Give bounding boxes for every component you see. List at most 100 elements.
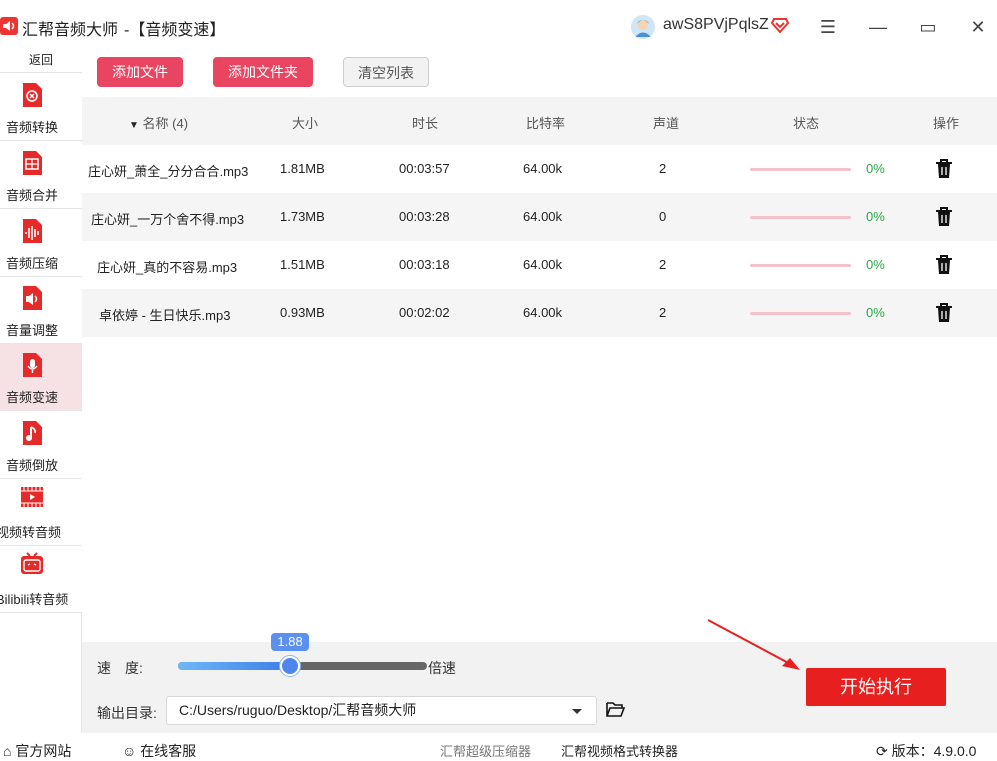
- sidebar-item-label: 音频压缩: [6, 256, 59, 271]
- file-size: 1.51MB: [280, 257, 325, 272]
- progress-bar: [750, 312, 851, 315]
- sidebar-item-label: 音频转换: [6, 120, 59, 135]
- avatar[interactable]: [631, 15, 655, 39]
- settings-panel: 速 度: 1.88 倍速 输出目录: C:/Users/ruguo/Deskto…: [82, 619, 997, 733]
- file-bitrate: 64.00k: [523, 257, 563, 272]
- column-header-bitrate[interactable]: 比特率: [526, 113, 565, 132]
- sidebar-item-label: 音量调整: [6, 323, 59, 338]
- version-label: 版本：4.9.0.0: [891, 743, 977, 759]
- table-row[interactable]: 庄心妍_萧全_分分合合.mp3 1.81MB 00:03:57 64.00k 2…: [82, 145, 997, 193]
- audio-compress-icon: [23, 219, 42, 243]
- sidebar-item-audio-reverse[interactable]: 音频倒放: [0, 412, 82, 479]
- output-dir-label: 输出目录:: [97, 705, 157, 721]
- close-button[interactable]: ✕: [965, 14, 991, 40]
- sidebar-item-audio-convert[interactable]: 音频转换: [0, 74, 82, 141]
- menu-icon[interactable]: ☰: [815, 14, 841, 40]
- file-size: 1.81MB: [280, 161, 325, 176]
- toolbar: 添加文件 添加文件夹 清空列表: [82, 47, 997, 97]
- table-row[interactable]: 庄心妍_一万个舍不得.mp3 1.73MB 00:03:28 64.00k 0 …: [82, 193, 997, 241]
- file-name: 卓依婷 - 生日快乐.mp3: [99, 308, 231, 323]
- sidebar-item-audio-speed[interactable]: 音频变速: [0, 344, 82, 411]
- column-header-duration[interactable]: 时长: [412, 113, 438, 132]
- progress-percent: 0%: [866, 161, 885, 176]
- table-row[interactable]: 庄心妍_真的不容易.mp3 1.51MB 00:03:18 64.00k 2 0…: [82, 241, 997, 289]
- file-name: 庄心妍_真的不容易.mp3: [97, 260, 238, 275]
- sort-name-header[interactable]: ▼ 名称 (4): [129, 113, 188, 132]
- pointer-arrow-icon: [707, 619, 800, 670]
- speed-label: 速 度:: [97, 660, 143, 676]
- chevron-down-icon: [572, 709, 582, 714]
- file-channels: 2: [659, 305, 667, 320]
- file-channels: 2: [659, 161, 667, 176]
- support-link[interactable]: ☺ 在线客服: [122, 741, 196, 761]
- start-button[interactable]: 开始执行: [806, 668, 946, 706]
- trash-icon[interactable]: [935, 255, 953, 275]
- status-bar: ⌂ 官方网站 ☺ 在线客服 汇帮超级压缩器 汇帮视频格式转换器 ⟳ 版本：4.9…: [0, 733, 997, 759]
- column-header-name: 名称 (4): [142, 116, 189, 131]
- file-bitrate: 64.00k: [523, 209, 563, 224]
- file-bitrate: 64.00k: [523, 305, 563, 320]
- file-size: 0.93MB: [280, 305, 325, 320]
- clear-list-button[interactable]: 清空列表: [343, 57, 429, 87]
- support-agent-icon: ☺: [122, 743, 137, 759]
- music-note-icon: [23, 421, 42, 445]
- support-label: 在线客服: [140, 743, 197, 759]
- video-icon: [21, 487, 43, 507]
- compressor-link[interactable]: 汇帮超级压缩器: [440, 741, 531, 760]
- maximize-button[interactable]: ▭: [915, 14, 941, 40]
- progress-percent: 0%: [866, 257, 885, 272]
- speed-slider[interactable]: [178, 662, 427, 670]
- column-header-size[interactable]: 大小: [292, 113, 318, 132]
- sidebar-item-label: Bilibili转音频: [0, 592, 69, 607]
- refresh-icon: ⟳: [876, 743, 888, 759]
- trash-icon[interactable]: [935, 207, 953, 227]
- file-duration: 00:02:02: [399, 305, 450, 320]
- file-channels: 0: [659, 209, 667, 224]
- progress-percent: 0%: [866, 209, 885, 224]
- sidebar-item-label: 音频合并: [6, 188, 59, 203]
- file-duration: 00:03:28: [399, 209, 450, 224]
- tv-icon: [21, 552, 43, 574]
- add-file-button[interactable]: 添加文件: [97, 57, 183, 87]
- speed-unit: 倍速: [428, 660, 456, 676]
- sidebar-item-video-to-audio[interactable]: 视频转音频: [0, 479, 82, 546]
- column-header-channels[interactable]: 声道: [653, 113, 679, 132]
- file-duration: 00:03:57: [399, 161, 450, 176]
- sidebar-item-label: 音频变速: [6, 390, 59, 405]
- output-dir-select[interactable]: C:/Users/ruguo/Desktop/汇帮音频大师: [166, 696, 597, 725]
- sidebar-item-volume[interactable]: 音量调整: [0, 277, 82, 344]
- column-header-status: 状态: [793, 116, 820, 131]
- sidebar-item-bilibili[interactable]: Bilibili转音频: [0, 546, 82, 613]
- app-logo-icon: [0, 17, 18, 35]
- table-row[interactable]: 卓依婷 - 生日快乐.mp3 0.93MB 00:02:02 64.00k 2 …: [82, 289, 997, 337]
- page-subtitle: -【音频变速】: [124, 22, 226, 39]
- audio-merge-icon: [23, 151, 42, 175]
- folder-open-icon[interactable]: [606, 701, 625, 717]
- output-dir-path: C:/Users/ruguo/Desktop/汇帮音频大师: [179, 702, 417, 718]
- file-bitrate: 64.00k: [523, 161, 563, 176]
- back-button[interactable]: 返回: [0, 47, 82, 73]
- column-header-action: 操作: [933, 116, 960, 131]
- file-channels: 2: [659, 257, 667, 272]
- trash-icon[interactable]: [935, 303, 953, 323]
- sidebar-item-audio-merge[interactable]: 音频合并: [0, 142, 82, 209]
- title-bar: 汇帮音频大师 -【音频变速】 awS8PVjPqlsZ ☰ — ▭ ✕: [0, 0, 997, 54]
- sidebar: 返回 音频转换 音频合并 音频压缩 音量调整 音频变速 音频倒放 视频转音频 B…: [0, 47, 82, 733]
- home-icon: ⌂: [3, 743, 12, 759]
- audio-convert-icon: [23, 83, 42, 107]
- speed-slider-handle[interactable]: [280, 656, 301, 676]
- minimize-button[interactable]: —: [865, 14, 891, 40]
- user-avatar-icon: [631, 15, 655, 39]
- sidebar-item-label: 视频转音频: [0, 525, 62, 540]
- trash-icon[interactable]: [935, 159, 953, 179]
- file-name: 庄心妍_萧全_分分合合.mp3: [88, 164, 249, 179]
- sidebar-item-audio-compress[interactable]: 音频压缩: [0, 210, 82, 277]
- add-folder-button[interactable]: 添加文件夹: [213, 57, 313, 87]
- username[interactable]: awS8PVjPqlsZ: [663, 16, 769, 34]
- sidebar-item-label: 音频倒放: [6, 458, 59, 473]
- version-info: ⟳ 版本：4.9.0.0: [876, 741, 976, 761]
- video-converter-link[interactable]: 汇帮视频格式转换器: [561, 741, 678, 760]
- vip-diamond-icon[interactable]: [771, 16, 789, 34]
- website-link[interactable]: ⌂ 官方网站: [3, 741, 71, 761]
- file-size: 1.73MB: [280, 209, 325, 224]
